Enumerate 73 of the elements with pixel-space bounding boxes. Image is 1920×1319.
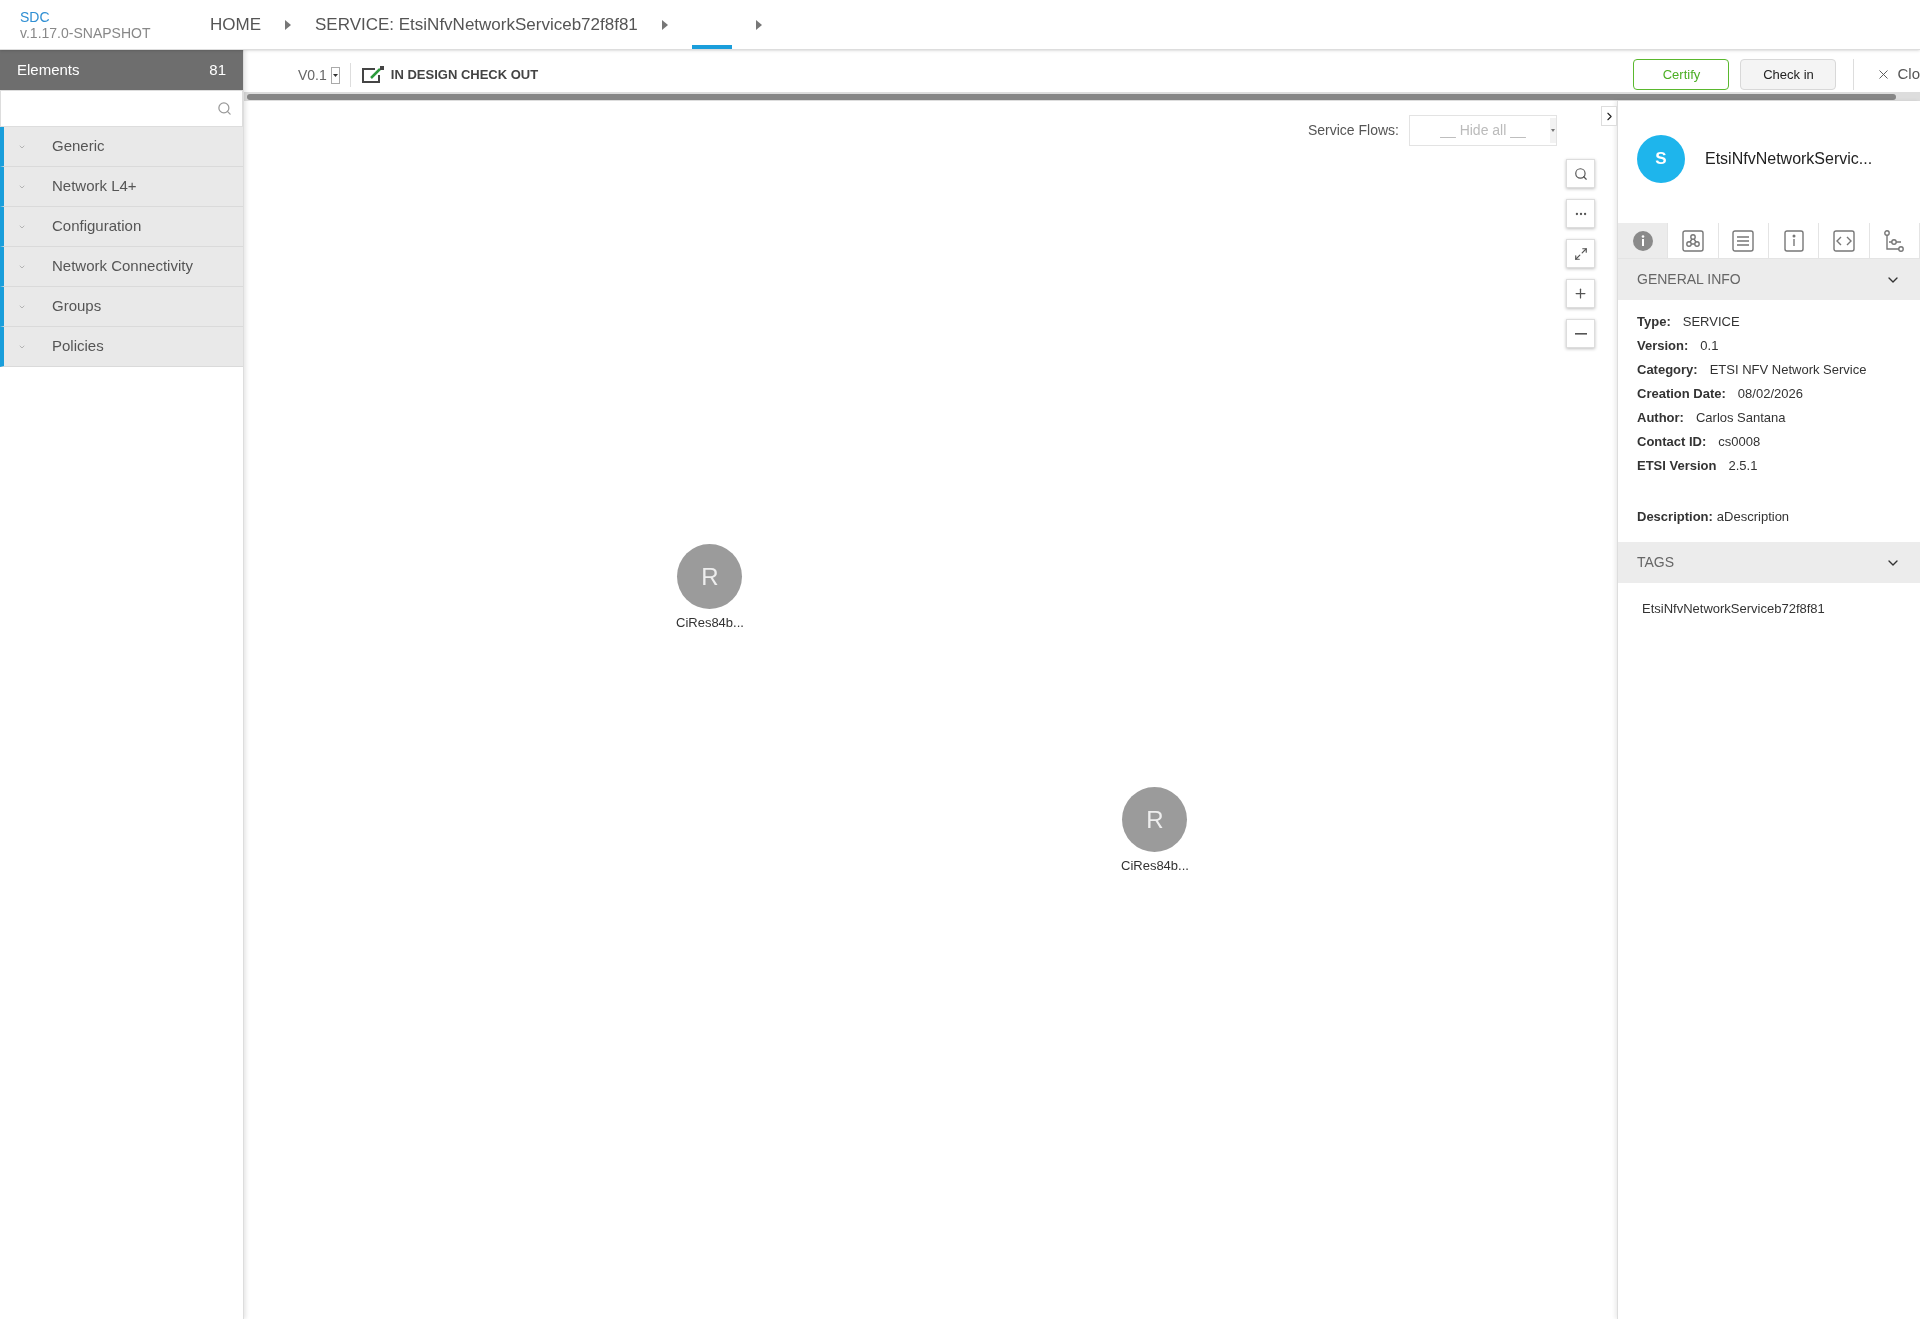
network-icon [1682, 229, 1704, 252]
collapse-panel-button[interactable] [1601, 106, 1617, 126]
caret-right-icon [661, 19, 668, 30]
status-text: IN DESIGN CHECK OUT [390, 66, 539, 85]
info-square-icon [1782, 229, 1805, 252]
field-label: Contact ID: [1637, 432, 1707, 451]
fit-button[interactable] [1566, 239, 1595, 268]
search-field[interactable] [0, 90, 243, 127]
field-value: aDescription [1716, 507, 1790, 526]
breadcrumb-link[interactable]: SERVICE: EtsiNfvNetworkServiceb72f8f81 [315, 0, 638, 49]
section-title: TAGS [1637, 553, 1675, 572]
expand-icon [1573, 246, 1588, 261]
breadcrumb-link[interactable]: HOME [210, 0, 261, 49]
dropdown-caret-icon [330, 66, 340, 84]
plus-icon [1573, 286, 1588, 301]
caret-right-icon [755, 19, 762, 30]
field-label: Description: [1637, 507, 1713, 526]
category-label: Network L4+ [52, 176, 137, 197]
element-count: 81 [209, 59, 226, 80]
zoom-search-button[interactable] [1566, 159, 1595, 188]
field-value: SERVICE [1682, 312, 1740, 331]
category-label: Generic [52, 136, 105, 157]
flow-icon [1883, 229, 1906, 252]
category-label: Network Connectivity [52, 256, 193, 277]
document-icon [1732, 229, 1755, 252]
field-label: Version: [1637, 336, 1689, 355]
category-label: Groups [52, 296, 102, 317]
scrollbar[interactable] [244, 92, 1920, 101]
field-label: Type: [1637, 312, 1671, 331]
field-value: Carlos Santana [1695, 408, 1786, 427]
category-label: Configuration [52, 216, 142, 237]
field-value: cs0008 [1718, 432, 1761, 451]
field-value: ETSI NFV Network Service [1709, 360, 1867, 379]
service-avatar: S [1637, 135, 1685, 183]
app-version: v.1.17.0-SNAPSHOT [20, 24, 152, 41]
service-title: EtsiNfvNetworkServic... [1705, 149, 1873, 169]
category-item[interactable]: Generic [0, 127, 243, 167]
version-select[interactable]: V0.1 [298, 64, 340, 86]
field-label: Creation Date: [1637, 384, 1726, 403]
category-item[interactable]: Groups [0, 287, 243, 327]
tag-text: EtsiNfvNetworkServiceb72f8f81 [1642, 600, 1826, 618]
node-label: CiRes84b... [676, 614, 744, 632]
search-icon [1573, 166, 1588, 181]
minus-icon [1574, 332, 1587, 335]
zoom-out-button[interactable] [1566, 319, 1595, 348]
node-label: CiRes84b... [1121, 857, 1189, 875]
category-item[interactable]: Network L4+ [0, 167, 243, 207]
app-name: SDC [20, 8, 51, 25]
info-icon [1631, 229, 1654, 252]
category-item[interactable]: Network Connectivity [0, 247, 243, 287]
field-label: Category: [1637, 360, 1698, 379]
category-item[interactable]: Configuration [0, 207, 243, 247]
field-value: 08/02/2026 [1737, 384, 1803, 403]
dropdown-caret-icon [1550, 118, 1556, 143]
edit-icon [360, 66, 385, 84]
field-value: 0.1 [1700, 336, 1719, 355]
code-icon [1832, 229, 1855, 252]
field-label: Author: [1637, 408, 1684, 427]
service-flows-label: Service Flows: [1307, 121, 1399, 140]
section-header[interactable]: TAGS [1618, 542, 1920, 583]
field-value: 2.5.1 [1728, 456, 1758, 475]
section-header[interactable]: GENERAL INFO [1618, 259, 1920, 300]
category-item[interactable]: Policies [0, 327, 243, 367]
caret-right-icon [285, 19, 291, 30]
category-label: Policies [52, 336, 104, 357]
section-title: GENERAL INFO [1637, 270, 1741, 289]
zoom-in-button[interactable] [1566, 279, 1595, 308]
panel-tab[interactable] [1618, 223, 1669, 258]
sidebar-title: Elements [17, 59, 80, 80]
search-icon [217, 101, 232, 116]
check-in-button[interactable]: Check in [1740, 59, 1837, 90]
close-button[interactable]: Clo [1853, 59, 1920, 90]
field-label: ETSI Version [1637, 456, 1717, 475]
